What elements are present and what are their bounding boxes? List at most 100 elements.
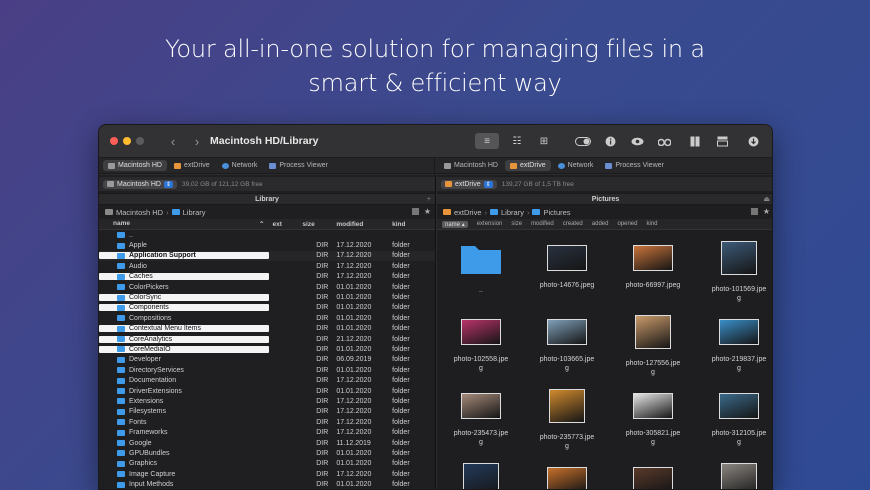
tab-macintosh-hd-right[interactable]: Macintosh HD [439, 160, 503, 171]
right-drive-select[interactable]: extDrive ⇕ [441, 179, 497, 189]
list-view-icon[interactable]: ≡ [475, 133, 499, 149]
table-row[interactable]: Audio DIR 17.12.2020 folder [99, 261, 435, 271]
table-row[interactable]: Image Capture DIR 17.12.2020 folder [99, 469, 435, 479]
table-row[interactable]: Documentation DIR 17.12.2020 folder [99, 375, 435, 385]
photo-item[interactable] [696, 462, 772, 489]
table-row[interactable]: Components DIR 01.01.2020 folder [99, 303, 435, 313]
column-name[interactable]: name ⌃ [99, 220, 268, 228]
photo-item[interactable]: photo-101569.jpe g [696, 240, 772, 303]
photo-thumbnail [633, 393, 673, 419]
photo-item[interactable]: photo-14676.jpeg [524, 240, 610, 290]
table-row[interactable]: CoreAnalytics DIR 21.12.2020 folder [99, 334, 435, 344]
photo-item[interactable] [524, 462, 610, 489]
photo-item[interactable]: photo-103665.jpe g [524, 314, 610, 373]
table-row[interactable]: Fonts DIR 17.12.2020 folder [99, 417, 435, 427]
table-row[interactable]: DirectoryServices DIR 01.01.2020 folder [99, 365, 435, 375]
left-pane: Macintosh HD ⇕ 39,02 GB of 121,12 GB fre… [99, 175, 436, 489]
table-row[interactable]: Extensions DIR 17.12.2020 folder [99, 396, 435, 406]
table-row[interactable]: ColorPickers DIR 01.01.2020 folder [99, 282, 435, 292]
column-extension[interactable]: extension [477, 221, 503, 227]
photo-item[interactable] [438, 462, 524, 489]
download-icon[interactable] [744, 133, 762, 149]
table-row[interactable]: ColorSync DIR 01.01.2020 folder [99, 292, 435, 302]
photo-item[interactable]: photo-235473.jpe g [438, 388, 524, 447]
tab-process-viewer-left[interactable]: Process Viewer [264, 160, 333, 171]
file-label-wrap: g [651, 369, 655, 376]
photo-item[interactable]: photo-312105.jpe g [696, 388, 772, 447]
folder-icon [117, 242, 125, 249]
table-row[interactable]: Compositions DIR 01.01.2020 folder [99, 313, 435, 323]
breadcrumb-item[interactable]: Pictures [543, 208, 570, 217]
table-row[interactable]: Graphics DIR 01.01.2020 folder [99, 459, 435, 469]
photo-item[interactable]: photo-66997.jpeg [610, 240, 696, 290]
file-name: Extensions [129, 397, 164, 405]
table-row[interactable]: Apple DIR 17.12.2020 folder [99, 240, 435, 250]
breadcrumb-item[interactable]: Library [501, 208, 524, 217]
left-drive-select[interactable]: Macintosh HD ⇕ [103, 179, 177, 189]
photo-item[interactable]: photo-102558.jpe g [438, 314, 524, 373]
square-icon[interactable] [411, 208, 419, 215]
file-size: DIR [316, 387, 329, 395]
tab-network-right[interactable]: Network [553, 160, 599, 171]
back-arrow-icon[interactable]: ‹ [166, 134, 180, 149]
tab-network-left[interactable]: Network [217, 160, 263, 171]
table-row[interactable]: GPUBundles DIR 01.01.2020 folder [99, 448, 435, 458]
star-icon[interactable]: ★ [763, 207, 770, 216]
table-row[interactable]: DriverExtensions DIR 01.01.2020 folder [99, 386, 435, 396]
photo-item[interactable]: photo-235773.jpe g [524, 388, 610, 451]
column-size[interactable]: size [298, 221, 332, 228]
table-row[interactable]: Input Methods DIR 01.01.2020 folder [99, 479, 435, 489]
tab-extdrive-right[interactable]: extDrive [504, 160, 551, 171]
drive-icon[interactable] [713, 133, 731, 149]
table-row[interactable]: Google DIR 11.12.2019 folder [99, 438, 435, 448]
file-kind: folder [392, 418, 410, 426]
column-created[interactable]: created [563, 221, 583, 227]
breadcrumb-item[interactable]: Library [183, 208, 206, 217]
file-size: DIR [316, 377, 329, 385]
column-size[interactable]: size [511, 221, 522, 227]
square-icon[interactable] [750, 208, 758, 215]
table-row[interactable]: Contextual Menu Items DIR 01.01.2020 folder [99, 324, 435, 334]
minimize-window-button[interactable] [123, 137, 131, 145]
close-window-button[interactable] [110, 137, 118, 145]
eye-icon[interactable] [628, 133, 646, 149]
table-row[interactable]: Filesystems DIR 17.12.2020 folder [99, 407, 435, 417]
photo-item[interactable]: photo-219837.jpe g [696, 314, 772, 373]
column-kind[interactable]: kind [388, 221, 435, 228]
detail-view-icon[interactable]: ☷ [508, 133, 526, 149]
file-name: Apple [129, 242, 147, 250]
file-kind: folder [392, 273, 410, 281]
toggle-icon[interactable] [574, 133, 592, 149]
file-size: DIR [316, 304, 329, 312]
table-row[interactable]: .. [99, 230, 435, 240]
column-modified[interactable]: modified [332, 221, 388, 228]
forward-arrow-icon[interactable]: › [190, 134, 204, 149]
file-name: Components [129, 304, 169, 312]
folder-item[interactable]: .. [438, 240, 524, 295]
column-kind[interactable]: kind [646, 221, 657, 227]
star-icon[interactable]: ★ [424, 207, 431, 216]
tab-process-viewer-right[interactable]: Process Viewer [600, 160, 669, 171]
columns-icon[interactable] [686, 133, 704, 149]
binoculars-icon[interactable] [655, 133, 673, 149]
tab-macintosh-hd-left[interactable]: Macintosh HD [103, 160, 167, 171]
table-row[interactable]: Application Support DIR 17.12.2020 folder [99, 250, 435, 262]
photo-item[interactable]: photo-127556.jpe g [610, 314, 696, 377]
table-row[interactable]: Caches DIR 17.12.2020 folder [99, 272, 435, 282]
column-added[interactable]: added [592, 221, 609, 227]
table-row[interactable]: CoreMediaIO DIR 01.01.2020 folder [99, 344, 435, 354]
info-icon[interactable] [601, 133, 619, 149]
grid-view-icon[interactable]: ⊞ [535, 133, 553, 149]
photo-item[interactable]: photo-305821.jpe g [610, 388, 696, 447]
tab-extdrive-left[interactable]: extDrive [169, 160, 215, 171]
photo-item[interactable] [610, 462, 696, 489]
table-row[interactable]: Frameworks DIR 17.12.2020 folder [99, 427, 435, 437]
column-opened[interactable]: opened [617, 221, 637, 227]
column-ext[interactable]: ext [268, 221, 298, 228]
breadcrumb-item[interactable]: extDrive [454, 208, 482, 217]
zoom-window-button[interactable] [136, 137, 144, 145]
column-name[interactable]: name ▴ [442, 220, 468, 228]
table-row[interactable]: Developer DIR 06.09.2019 folder [99, 355, 435, 365]
column-modified[interactable]: modified [531, 221, 554, 227]
breadcrumb-item[interactable]: Macintosh HD [116, 208, 163, 217]
